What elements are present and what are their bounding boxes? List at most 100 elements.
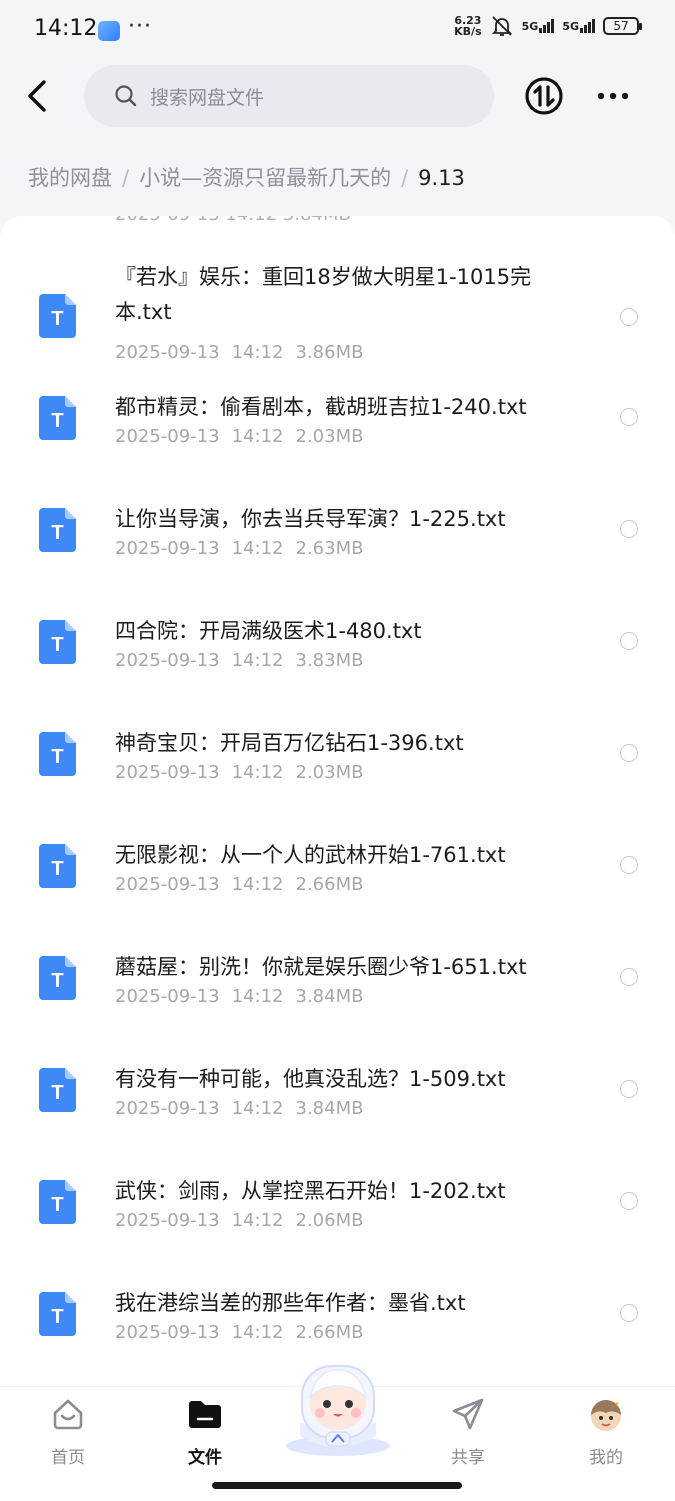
back-arrow-icon[interactable] bbox=[20, 76, 54, 116]
network-speed: 6.23 KB/s bbox=[454, 15, 481, 37]
file-date: 2025-09-13 bbox=[115, 342, 220, 363]
battery-icon: 57 bbox=[603, 17, 642, 35]
file-time: 14:12 bbox=[231, 426, 284, 447]
file-time: 14:12 bbox=[231, 762, 284, 783]
nav-share[interactable]: 共享 bbox=[428, 1395, 508, 1468]
file-meta: 2025-09-13 14:12 3.84MB bbox=[115, 1098, 375, 1119]
file-meta: 2025-09-13 14:12 3.86MB bbox=[115, 342, 375, 363]
file-size: 3.84MB bbox=[295, 1098, 364, 1119]
file-meta: 2025-09-13 14:12 2.06MB bbox=[115, 1210, 375, 1231]
more-notifications-icon: ··· bbox=[128, 14, 152, 39]
search-input[interactable]: 搜索网盘文件 bbox=[84, 65, 494, 127]
breadcrumb: 我的网盘 / 小说—资源只留最新几天的 / 9.13 bbox=[28, 162, 465, 192]
file-meta: 2025-09-13 14:12 3.84MB bbox=[115, 986, 375, 1007]
nav-files[interactable]: 文件 bbox=[165, 1395, 245, 1468]
select-checkbox[interactable] bbox=[620, 1192, 638, 1210]
file-row[interactable]: T 都市精灵：偷看剧本，截胡班吉拉1-240.txt 2025-09-13 14:12… bbox=[0, 392, 675, 502]
mute-bell-icon bbox=[491, 16, 512, 36]
file-row[interactable]: T 『若水』娱乐：重回18岁做大明星1-1015完本.txt 2025-09-13 1… bbox=[0, 262, 675, 372]
assistant-mascot-icon[interactable] bbox=[278, 1358, 398, 1458]
file-icon-letter: T bbox=[51, 746, 63, 768]
select-checkbox[interactable] bbox=[620, 308, 638, 326]
file-time: 14:12 bbox=[231, 342, 284, 363]
file-size: 3.86MB bbox=[295, 342, 364, 363]
nav-label-profile: 我的 bbox=[589, 1448, 623, 1468]
select-checkbox[interactable] bbox=[620, 408, 638, 426]
breadcrumb-current: 9.13 bbox=[418, 166, 465, 190]
status-time: 14:12 bbox=[34, 16, 98, 41]
breadcrumb-separator: / bbox=[401, 166, 409, 190]
breadcrumb-separator: / bbox=[122, 166, 130, 190]
network-speed-unit: KB/s bbox=[454, 25, 482, 38]
file-name: 神奇宝贝：开局百万亿钻石1-396.txt bbox=[115, 731, 464, 755]
app-notification-icon bbox=[98, 21, 120, 41]
file-time: 14:12 bbox=[231, 1210, 284, 1231]
transfer-list-icon[interactable] bbox=[524, 76, 564, 116]
txt-file-icon: T bbox=[39, 1068, 76, 1112]
file-row[interactable]: T 武侠：剑雨，从掌控黑石开始！1-202.txt 2025-09-13 14:12 2… bbox=[0, 1176, 675, 1286]
file-icon-letter: T bbox=[51, 858, 63, 880]
file-meta: 2025-09-13 14:12 2.63MB bbox=[115, 538, 375, 559]
breadcrumb-folder[interactable]: 小说—资源只留最新几天的 bbox=[139, 166, 391, 190]
select-checkbox[interactable] bbox=[620, 632, 638, 650]
select-checkbox[interactable] bbox=[620, 744, 638, 762]
file-icon-letter: T bbox=[51, 1194, 63, 1216]
select-checkbox[interactable] bbox=[620, 856, 638, 874]
file-meta: 2025-09-13 14:12 2.66MB bbox=[115, 1322, 375, 1343]
file-row[interactable]: T 有没有一种可能，他真没乱选？1-509.txt 2025-09-13 14:12 3… bbox=[0, 1064, 675, 1174]
file-date: 2025-09-13 bbox=[115, 986, 220, 1007]
file-icon-letter: T bbox=[51, 308, 63, 330]
signal-icon-2: 5G bbox=[562, 19, 595, 33]
file-row[interactable]: T 无限影视：从一个人的武林开始1-761.txt 2025-09-13 14:12 2… bbox=[0, 840, 675, 950]
search-icon bbox=[115, 85, 137, 107]
file-name: 蘑菇屋：别洗！你就是娱乐圈少爷1-651.txt bbox=[115, 955, 527, 979]
select-checkbox[interactable] bbox=[620, 1080, 638, 1098]
nav-label-home: 首页 bbox=[51, 1448, 85, 1468]
txt-file-icon: T bbox=[39, 844, 76, 888]
breadcrumb-root[interactable]: 我的网盘 bbox=[28, 166, 112, 190]
txt-file-icon: T bbox=[39, 956, 76, 1000]
file-icon-letter: T bbox=[51, 522, 63, 544]
home-indicator bbox=[212, 1482, 462, 1489]
nav-label-share: 共享 bbox=[451, 1448, 485, 1468]
more-options-icon[interactable] bbox=[593, 82, 633, 110]
file-name: 有没有一种可能，他真没乱选？1-509.txt bbox=[115, 1067, 506, 1091]
select-checkbox[interactable] bbox=[620, 968, 638, 986]
file-row[interactable]: T 神奇宝贝：开局百万亿钻石1-396.txt 2025-09-13 14:12 2.0… bbox=[0, 728, 675, 838]
folder-icon bbox=[189, 1401, 221, 1428]
select-checkbox[interactable] bbox=[620, 1304, 638, 1322]
home-icon bbox=[53, 1399, 83, 1430]
file-date: 2025-09-13 bbox=[115, 1210, 220, 1231]
file-size: 3.83MB bbox=[295, 650, 364, 671]
txt-file-icon: T bbox=[39, 1292, 76, 1336]
file-row[interactable]: T 四合院：开局满级医术1-480.txt 2025-09-13 14:12 3.83M… bbox=[0, 616, 675, 726]
file-date: 2025-09-13 bbox=[115, 1322, 220, 1343]
status-bar: 14:12 ··· 6.23 KB/s 5G 5G 57 bbox=[0, 0, 675, 62]
txt-file-icon: T bbox=[39, 508, 76, 552]
nav-home[interactable]: 首页 bbox=[28, 1395, 108, 1468]
txt-file-icon: T bbox=[39, 620, 76, 664]
search-placeholder: 搜索网盘文件 bbox=[150, 87, 265, 109]
file-time: 14:12 bbox=[231, 986, 284, 1007]
file-time: 14:12 bbox=[231, 650, 284, 671]
file-date: 2025-09-13 bbox=[115, 1098, 220, 1119]
file-time: 14:12 bbox=[231, 874, 284, 895]
file-meta: 2025-09-13 14:12 2.03MB bbox=[115, 762, 375, 783]
file-meta: 2025-09-13 14:12 2.03MB bbox=[115, 426, 375, 447]
signal-icon-1: 5G bbox=[522, 19, 555, 33]
signal-label-2: 5G bbox=[562, 20, 579, 33]
select-checkbox[interactable] bbox=[620, 520, 638, 538]
file-meta: 2025-09-13 14:12 2.66MB bbox=[115, 874, 375, 895]
file-row[interactable]: T 蘑菇屋：别洗！你就是娱乐圈少爷1-651.txt 2025-09-13 14:12… bbox=[0, 952, 675, 1062]
txt-file-icon: T bbox=[39, 1180, 76, 1224]
file-icon-letter: T bbox=[51, 634, 63, 656]
file-icon-letter: T bbox=[51, 410, 63, 432]
file-date: 2025-09-13 bbox=[115, 538, 220, 559]
file-time: 14:12 bbox=[231, 1098, 284, 1119]
file-meta: 2025-09-13 14:12 3.83MB bbox=[115, 650, 375, 671]
share-icon bbox=[452, 1398, 484, 1430]
nav-profile[interactable]: 我的 bbox=[566, 1395, 646, 1468]
file-size: 2.63MB bbox=[295, 538, 364, 559]
file-row[interactable]: T 让你当导演，你去当兵导军演？1-225.txt 2025-09-13 14:12 2… bbox=[0, 504, 675, 614]
file-date: 2025-09-13 bbox=[115, 874, 220, 895]
